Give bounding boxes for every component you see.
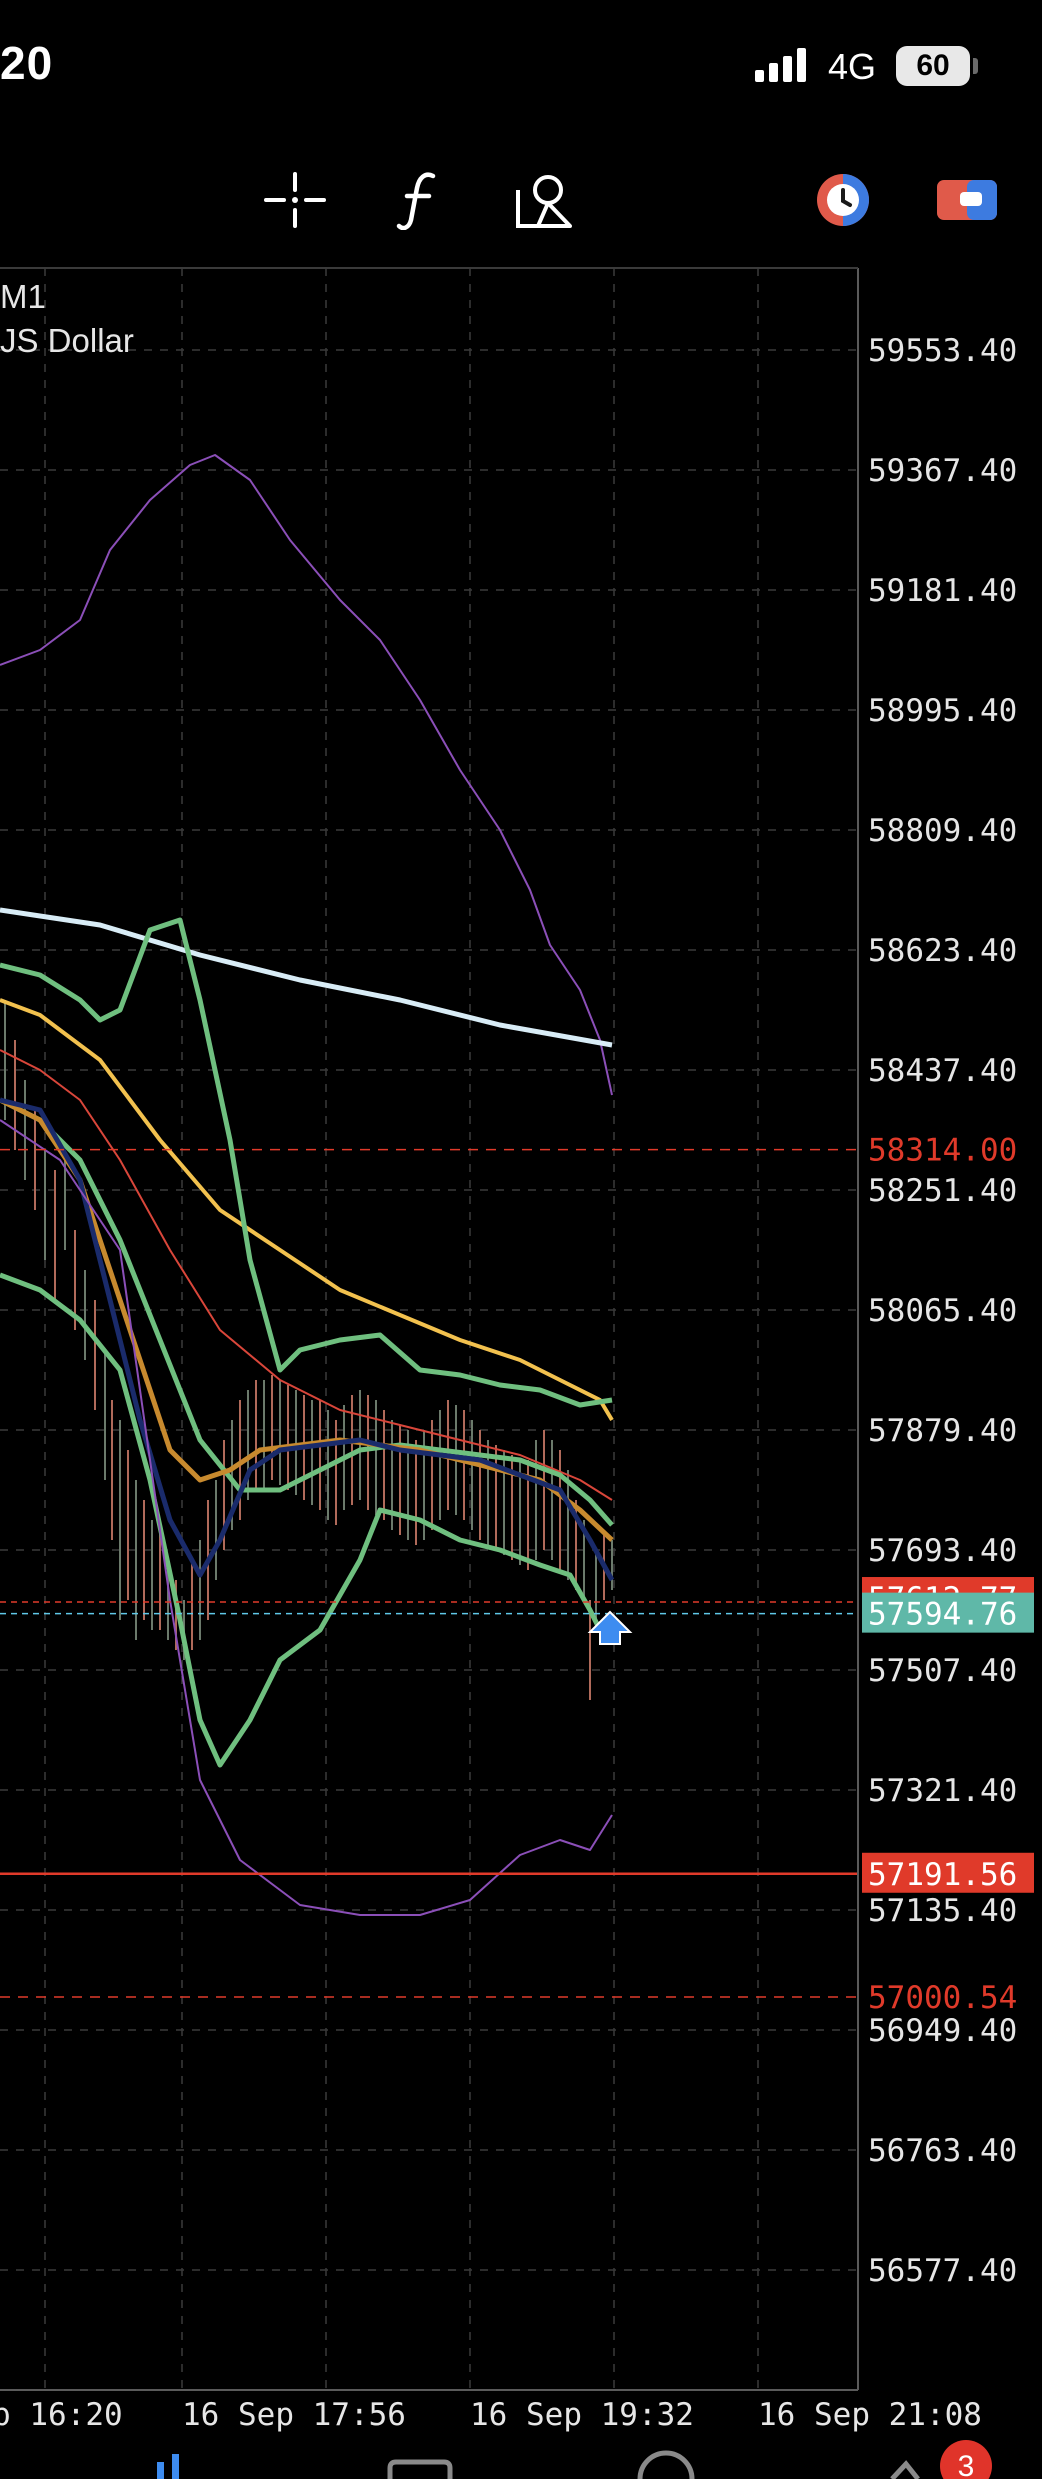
indicator-lines <box>0 454 615 1916</box>
chart-symbol-description: JS Dollar <box>0 322 134 359</box>
price-tick-label: 56763.40 <box>868 2133 1017 2169</box>
time-tick-label: 16 Sep 17:56 <box>182 2397 406 2433</box>
time-tick-label: p 16:20 <box>0 2397 123 2433</box>
tab-quotes-icon[interactable] <box>157 2454 179 2479</box>
price-tick-label: 58065.40 <box>868 1293 1017 1329</box>
lower-price-label: 57000.54 <box>868 1980 1017 2016</box>
price-tick-label: 58995.40 <box>868 693 1017 729</box>
tab-trade-icon[interactable] <box>637 2450 695 2479</box>
notification-badge-count: 3 <box>958 2450 975 2479</box>
ma-red-line <box>0 1049 613 1501</box>
price-tick-label: 57135.40 <box>868 1893 1017 1929</box>
time-tick-label: 16 Sep 19:32 <box>470 2397 694 2433</box>
current-price-label: 57594.76 <box>868 1597 1017 1633</box>
bottom-tab-bar: 3 <box>157 2440 992 2479</box>
price-tick-label: 57693.40 <box>868 1533 1017 1569</box>
ma-white-line <box>0 907 613 1048</box>
price-tick-label: 57507.40 <box>868 1653 1017 1689</box>
tab-chart-icon[interactable] <box>387 2459 453 2479</box>
price-tick-label: 57321.40 <box>868 1773 1017 1809</box>
time-tick-label: 16 Sep 21:08 <box>758 2397 982 2433</box>
price-tick-label: 58251.40 <box>868 1173 1017 1209</box>
price-tick-label: 56949.40 <box>868 2013 1017 2049</box>
chart-timeframe: M1 <box>0 278 46 315</box>
sl-price-label: 57191.56 <box>868 1857 1017 1893</box>
price-tick-label: 56577.40 <box>868 2253 1017 2289</box>
bb-middle-line <box>0 1097 614 1527</box>
upper-envelope-line <box>0 454 613 1096</box>
tab-history-icon[interactable] <box>890 2460 920 2479</box>
time-axis: p 16:20 16 Sep 17:56 16 Sep 19:32 16 Sep 21… <box>0 2397 982 2433</box>
price-tick-label: 58809.40 <box>868 813 1017 849</box>
price-tick-label: 57879.40 <box>868 1413 1017 1449</box>
price-chart[interactable]: 58314.0057612.7757594.7657191.5657000.54… <box>0 0 1042 2479</box>
price-levels: 58314.0057612.7757594.7657191.5657000.54 <box>0 1133 1034 2016</box>
price-tick-label: 59181.40 <box>868 573 1017 609</box>
price-tick-label: 59367.40 <box>868 453 1017 489</box>
price-tick-label: 58623.40 <box>868 933 1017 969</box>
tp-price-label: 58314.00 <box>868 1133 1017 1169</box>
price-tick-label: 58437.40 <box>868 1053 1017 1089</box>
price-tick-label: 59553.40 <box>868 333 1017 369</box>
